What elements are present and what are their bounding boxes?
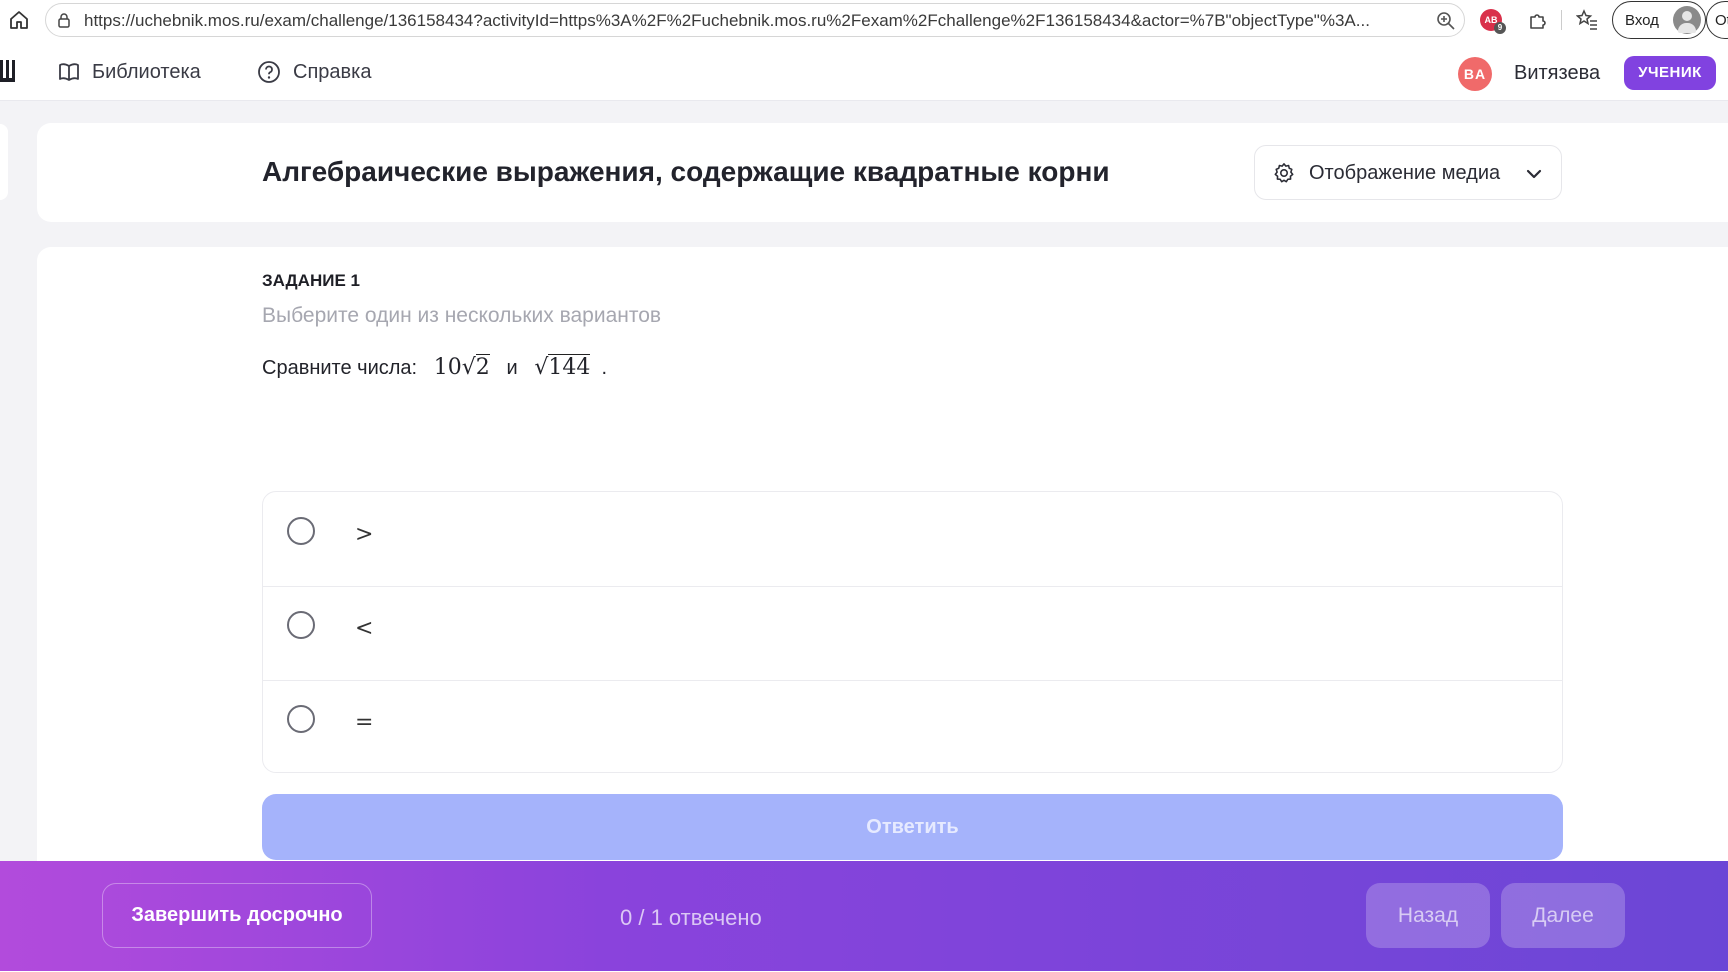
nav-library-label: Библиотека	[92, 60, 201, 83]
question-period: .	[601, 357, 608, 379]
radio-button[interactable]	[287, 611, 315, 639]
chevron-down-icon	[1526, 169, 1542, 179]
sqrt-symbol: √144	[534, 354, 591, 380]
title-card: Алгебраические выражения, содержащие ква…	[37, 123, 1728, 222]
media-display-label: Отображение медиа	[1309, 162, 1501, 184]
user-name[interactable]: Витязева	[1514, 62, 1600, 85]
login-label: Вход	[1625, 12, 1659, 29]
browser-edge-label: Ot	[1715, 12, 1728, 29]
login-button[interactable]: Вход	[1612, 1, 1706, 39]
nav-help-label: Справка	[293, 60, 372, 83]
url-text[interactable]: https://uchebnik.mos.ru/exam/challenge/1…	[84, 11, 1424, 31]
option-label: >	[355, 522, 374, 547]
option-row[interactable]: =	[263, 680, 1562, 772]
expr1-radicand: 2	[475, 354, 490, 380]
site-info-icon[interactable]	[56, 12, 72, 28]
profile-avatar-icon	[1673, 6, 1701, 34]
expr2-radicand: 144	[548, 354, 591, 380]
sidebar-edge	[0, 124, 8, 200]
browser-toolbar: https://uchebnik.mos.ru/exam/challenge/1…	[0, 0, 1728, 40]
book-icon	[59, 63, 79, 81]
media-display-dropdown[interactable]: Отображение медиа	[1254, 145, 1562, 200]
user-avatar[interactable]: BA	[1458, 57, 1492, 91]
extension-badge-count: 9	[1494, 22, 1506, 34]
site-logo[interactable]	[0, 60, 16, 82]
help-circle-icon	[258, 61, 280, 83]
address-bar[interactable]: https://uchebnik.mos.ru/exam/challenge/1…	[45, 3, 1501, 37]
option-row[interactable]: <	[263, 586, 1562, 681]
finish-early-button[interactable]: Завершить досрочно	[102, 883, 372, 948]
radio-button[interactable]	[287, 517, 315, 545]
extensions-puzzle-icon[interactable]	[1527, 9, 1549, 31]
conjunction: и	[506, 357, 518, 379]
task-hint: Выберите один из нескольких вариантов	[262, 304, 662, 327]
sqrt-symbol: √2	[461, 354, 490, 380]
expression-1: 10√2	[433, 354, 490, 380]
question-prefix: Сравните числа:	[262, 357, 418, 379]
option-label: =	[355, 710, 374, 735]
option-row[interactable]: >	[263, 492, 1562, 587]
task-number: ЗАДАНИЕ 1	[262, 271, 360, 290]
browser-edge-button[interactable]: Ot	[1706, 1, 1728, 39]
nav-library[interactable]: Библиотека	[58, 60, 201, 84]
extension-icon[interactable]: AB 9	[1480, 9, 1506, 34]
back-button[interactable]: Назад	[1366, 883, 1490, 948]
expr1-coefficient: 10	[433, 355, 462, 380]
expression-2: √144	[534, 354, 591, 380]
answer-options: > < =	[262, 491, 1563, 773]
role-badge: УЧЕНИК	[1624, 56, 1716, 90]
task-question: Сравните числа: 10√2 и √144 .	[262, 354, 608, 380]
zoom-icon[interactable]	[1436, 11, 1456, 31]
option-label: <	[355, 616, 374, 641]
answer-button[interactable]: Ответить	[262, 794, 1563, 860]
task-card: ЗАДАНИЕ 1 Выберите один из нескольких ва…	[37, 247, 1728, 947]
radio-button[interactable]	[287, 705, 315, 733]
nav-help[interactable]: Справка	[257, 60, 371, 84]
answered-progress: 0 / 1 отвечено	[620, 905, 762, 930]
site-header: Библиотека Справка BA Витязева УЧЕНИК	[0, 40, 1728, 101]
home-icon[interactable]	[8, 9, 30, 31]
bottom-nav-bar: Завершить досрочно 0 / 1 отвечено Назад …	[0, 861, 1728, 972]
favorites-icon[interactable]	[1576, 9, 1598, 31]
next-button[interactable]: Далее	[1501, 883, 1625, 948]
page-title: Алгебраические выражения, содержащие ква…	[262, 156, 1110, 187]
gear-icon	[1274, 163, 1294, 183]
toolbar-divider	[1561, 10, 1562, 30]
